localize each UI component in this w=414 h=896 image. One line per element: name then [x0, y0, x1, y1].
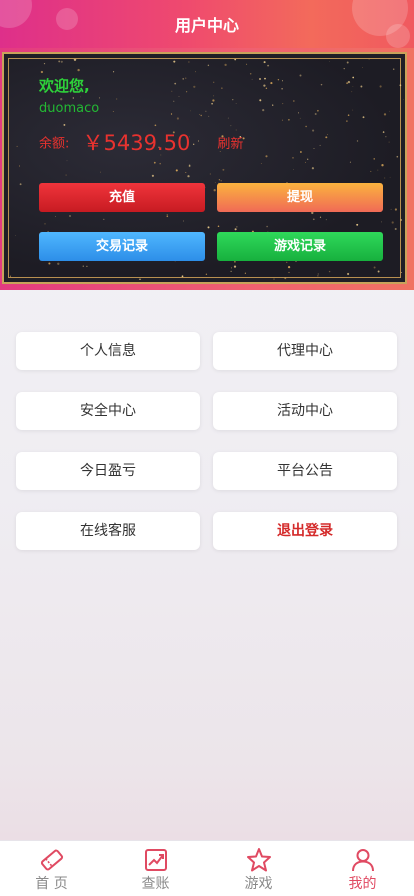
nav-games-label: 游戏 — [244, 876, 273, 892]
nav-account-label: 查账 — [141, 876, 170, 892]
balance-label: 余额: — [39, 136, 70, 152]
transaction-records-button[interactable]: 交易记录 — [39, 232, 205, 261]
nav-account[interactable]: 查账 — [104, 841, 207, 896]
welcome-text: 欢迎您, — [39, 77, 90, 95]
nav-mine-label: 我的 — [348, 876, 377, 892]
user-icon — [352, 849, 374, 872]
logout-button[interactable]: 退出登录 — [213, 512, 397, 550]
platform-notice-button[interactable]: 平台公告 — [213, 452, 397, 490]
account-card: 欢迎您, duomaco 余额: ￥5439.50 刷新 充值 提现 交易记录 … — [2, 52, 407, 284]
username: duomaco — [39, 101, 100, 116]
nav-games[interactable]: 游戏 — [207, 841, 310, 896]
nav-mine[interactable]: 我的 — [311, 841, 414, 896]
account-card-background: 欢迎您, duomaco 余额: ￥5439.50 刷新 充值 提现 交易记录 … — [0, 48, 414, 290]
app-header: 用户中心 — [0, 0, 414, 52]
security-center-button[interactable]: 安全中心 — [16, 392, 200, 430]
page-title: 用户中心 — [174, 16, 239, 35]
ticket-icon — [40, 849, 64, 871]
nav-home-label: 首 页 — [35, 876, 68, 892]
balance-value: ￥5439.50 — [82, 131, 191, 155]
agent-center-button[interactable]: 代理中心 — [213, 332, 397, 370]
bottom-nav: 首 页 查账 游戏 我的 — [0, 840, 414, 896]
profile-button[interactable]: 个人信息 — [16, 332, 200, 370]
withdraw-button[interactable]: 提现 — [217, 183, 383, 212]
activity-center-button[interactable]: 活动中心 — [213, 392, 397, 430]
trend-chart-icon — [145, 849, 167, 871]
refresh-link[interactable]: 刷新 — [217, 137, 243, 152]
account-card-inner: 欢迎您, duomaco 余额: ￥5439.50 刷新 充值 提现 交易记录 … — [8, 58, 404, 280]
online-service-button[interactable]: 在线客服 — [16, 512, 200, 550]
game-records-button[interactable]: 游戏记录 — [217, 232, 383, 261]
today-pnl-button[interactable]: 今日盈亏 — [16, 452, 200, 490]
star-icon — [247, 848, 271, 872]
nav-home[interactable]: 首 页 — [0, 841, 103, 896]
balance-row: 余额: ￥5439.50 刷新 — [39, 127, 243, 157]
recharge-button[interactable]: 充值 — [39, 183, 205, 212]
